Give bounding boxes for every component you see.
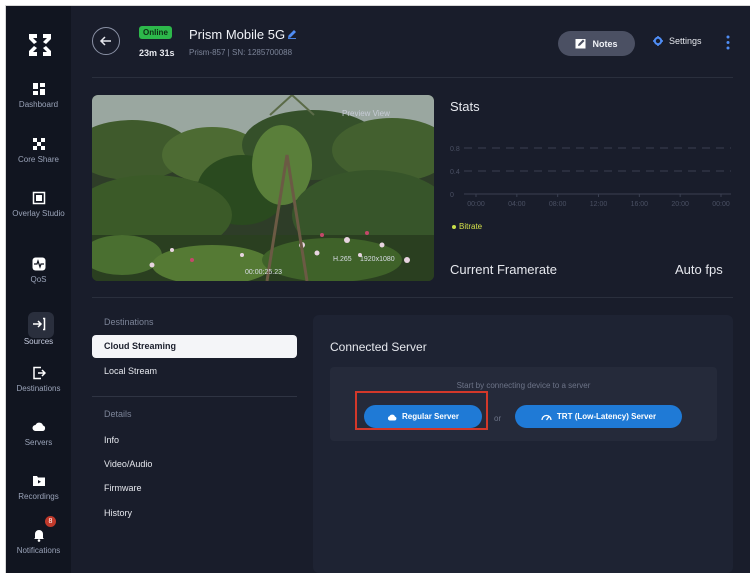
- dashboard-icon: [32, 83, 45, 95]
- brand-logo-icon[interactable]: [27, 32, 53, 58]
- video-frame-image: [92, 95, 434, 281]
- sidebar-item-core-share[interactable]: Core Share: [6, 137, 71, 165]
- framerate-value: Auto fps: [675, 262, 723, 277]
- more-options-icon[interactable]: [726, 35, 730, 50]
- subnav-divider: [92, 396, 297, 397]
- gear-icon: [653, 36, 663, 46]
- sidebar-item-label: Destinations: [16, 384, 61, 393]
- sidebar-item-label: Notifications: [16, 546, 61, 555]
- pencil-icon[interactable]: [287, 29, 297, 39]
- details-heading: Details: [104, 409, 132, 419]
- subnav-item-firmware[interactable]: Firmware: [92, 477, 297, 500]
- y-tick-label: 0.4: [450, 169, 460, 176]
- y-tick-label: 0.8: [450, 146, 460, 153]
- framerate-label: Current Framerate: [450, 262, 557, 277]
- video-codec: H.265: [333, 256, 352, 263]
- device-name: Prism Mobile 5G: [189, 27, 286, 42]
- sidebar-item-destinations[interactable]: Destinations: [6, 366, 71, 394]
- sidebar-item-dashboard[interactable]: Dashboard: [6, 82, 71, 110]
- legend-dot-icon: [452, 224, 456, 229]
- x-tick-label: 04:00: [508, 201, 526, 208]
- notes-button-label: Notes: [592, 38, 618, 49]
- y-tick-label: 0: [450, 192, 454, 199]
- sidebar-item-overlay-studio[interactable]: Overlay Studio: [6, 191, 71, 219]
- back-button[interactable]: [92, 27, 120, 55]
- notification-count-badge: 8: [45, 516, 56, 527]
- main-content: Online 23m 31s Prism Mobile 5G Prism-857…: [71, 6, 750, 573]
- servers-icon: [32, 422, 45, 431]
- sidebar-item-recordings[interactable]: Recordings: [6, 474, 71, 502]
- subnav-item-cloud-streaming[interactable]: Cloud Streaming: [92, 335, 297, 358]
- x-tick-label: 00:00: [467, 201, 485, 208]
- sidebar-item-label: Sources: [23, 337, 54, 346]
- stats-title: Stats: [450, 99, 480, 114]
- preview-view-label: Preview View: [342, 109, 390, 118]
- device-serial: Prism-857 | SN: 1285700088: [189, 48, 293, 57]
- x-tick-label: 12:00: [590, 201, 608, 208]
- or-separator: or: [494, 414, 502, 423]
- sidebar-item-notifications[interactable]: Notifications: [6, 528, 71, 556]
- subnav-item-info[interactable]: Info: [92, 429, 297, 452]
- notes-icon: [575, 39, 586, 49]
- overlay-studio-icon: [32, 191, 45, 205]
- recordings-icon: [32, 476, 45, 486]
- connected-server-panel: Connected Server Start by connecting dev…: [313, 315, 733, 573]
- subnav-item-local-stream[interactable]: Local Stream: [92, 360, 297, 383]
- uptime-text: 23m 31s: [139, 48, 175, 58]
- sidebar-item-servers[interactable]: Servers: [6, 420, 71, 448]
- video-resolution: 1920x1080: [360, 256, 395, 263]
- sidebar-item-label: Core Share: [18, 155, 59, 164]
- sidebar-item-label: Servers: [24, 438, 53, 447]
- legend-label: Bitrate: [459, 222, 483, 231]
- chart-legend: Bitrate: [452, 222, 482, 231]
- server-hint-text: Start by connecting device to a server: [456, 381, 591, 390]
- settings-button-label: Settings: [669, 36, 702, 46]
- subnav-item-history[interactable]: History: [92, 502, 297, 525]
- settings-button[interactable]: Settings: [653, 36, 702, 46]
- subnav-item-video-audio[interactable]: Video/Audio: [92, 453, 297, 476]
- section-divider: [92, 297, 733, 298]
- sources-icon: [32, 317, 45, 331]
- bitrate-chart: 0.8 0.4 0 00:00 04:00 08:00 12:00 16:00 20:00 00:…: [450, 146, 731, 208]
- trt-server-label: TRT (Low-Latency) Server: [556, 412, 657, 421]
- video-timestamp: 00:00:25.23: [245, 269, 282, 276]
- sidebar-item-label: Recordings: [18, 492, 59, 501]
- sidebar-item-sources[interactable]: Sources: [6, 317, 71, 347]
- x-tick-label: 00:00: [712, 201, 730, 208]
- arrow-left-icon: [99, 36, 111, 46]
- video-preview[interactable]: Preview View 00:00:25.23 H.265 1920x1080: [92, 95, 434, 281]
- x-tick-label: 16:00: [631, 201, 649, 208]
- notes-button[interactable]: Notes: [558, 31, 635, 56]
- destinations-icon: [32, 366, 46, 380]
- bell-icon: [33, 530, 44, 542]
- destinations-heading: Destinations: [104, 317, 154, 327]
- x-tick-label: 20:00: [671, 201, 689, 208]
- x-tick-label: 08:00: [549, 201, 567, 208]
- sidebar-item-label: Overlay Studio: [12, 209, 65, 218]
- speedometer-icon: [541, 414, 552, 420]
- header-divider: [92, 77, 733, 78]
- trt-server-button[interactable]: TRT (Low-Latency) Server: [515, 405, 682, 428]
- core-share-icon: [32, 138, 45, 150]
- connected-server-title: Connected Server: [330, 340, 427, 354]
- regular-server-highlight-box: [355, 391, 488, 430]
- sidebar-item-qos[interactable]: QoS: [6, 257, 71, 285]
- status-badge: Online: [139, 26, 172, 39]
- sidebar: Dashboard Core Share Overlay Studio QoS …: [6, 6, 71, 573]
- qos-icon: [32, 257, 45, 271]
- sidebar-item-label: Dashboard: [18, 100, 59, 109]
- sidebar-item-label: QoS: [30, 275, 47, 284]
